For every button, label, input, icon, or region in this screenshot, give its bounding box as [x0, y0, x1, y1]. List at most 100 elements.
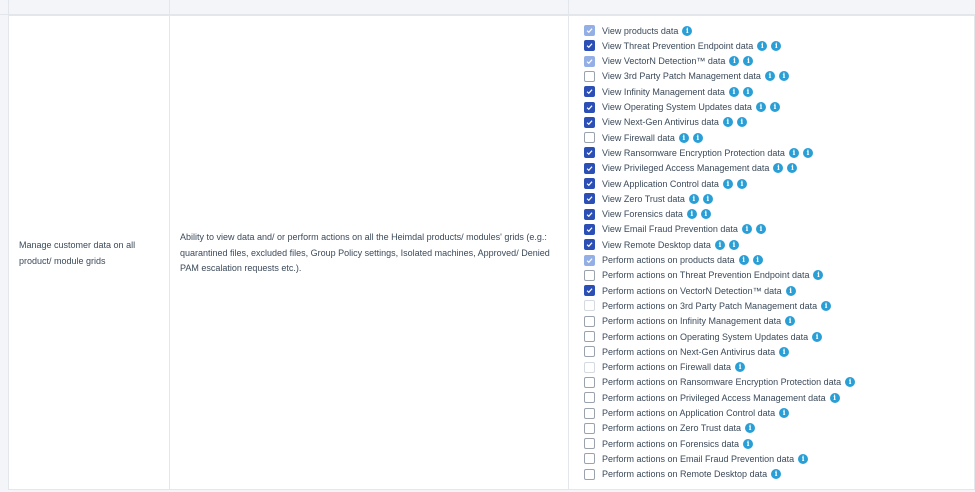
- info-icon[interactable]: i: [738, 255, 749, 265]
- check-icon: [586, 242, 593, 248]
- info-icon[interactable]: i: [686, 209, 697, 220]
- permission-checkbox[interactable]: [584, 101, 595, 113]
- permission-checkbox[interactable]: [584, 392, 595, 404]
- permission-checkbox[interactable]: [584, 346, 595, 358]
- permission-checkbox: [584, 361, 595, 373]
- info-icon[interactable]: i: [829, 392, 840, 403]
- permission-checkbox[interactable]: [584, 315, 595, 327]
- permission-label: Perform actions on Email Fraud Preventio…: [602, 453, 795, 464]
- info-icon[interactable]: i: [785, 285, 796, 296]
- permission-checkbox[interactable]: [584, 407, 595, 419]
- info-icon[interactable]: i: [743, 56, 754, 67]
- info-icon[interactable]: i: [678, 132, 689, 143]
- permission-item: View 3rd Party Patch Management data i i: [584, 70, 789, 83]
- permission-checkbox[interactable]: [584, 208, 595, 220]
- info-icon[interactable]: i: [773, 163, 784, 174]
- permission-checkbox: [584, 254, 595, 266]
- permission-label: View Email Fraud Prevention data: [602, 224, 738, 235]
- info-icon[interactable]: i: [813, 270, 824, 281]
- info-icon[interactable]: i: [764, 71, 775, 82]
- permission-label: Perform actions on Application Control d…: [602, 408, 776, 418]
- info-icon[interactable]: i: [728, 86, 739, 97]
- info-icon[interactable]: i: [688, 193, 699, 204]
- info-icon[interactable]: i: [821, 300, 832, 311]
- permission-label: Perform actions on Infinity Management d…: [602, 316, 782, 327]
- permission-checkbox[interactable]: [584, 193, 595, 205]
- info-icon[interactable]: i: [742, 86, 753, 97]
- permission-item: Perform actions on Remote Desktop data i: [584, 468, 782, 481]
- permission-item: View Application Control data i i: [584, 177, 747, 190]
- permission-checkbox[interactable]: [584, 223, 595, 235]
- permission-label: View Remote Desktop data: [602, 239, 711, 250]
- info-icon[interactable]: i: [755, 102, 766, 112]
- permission-checkbox[interactable]: [584, 285, 595, 297]
- permission-checkbox[interactable]: [584, 132, 595, 144]
- permission-checkbox[interactable]: [584, 178, 595, 189]
- info-icon[interactable]: i: [779, 346, 790, 357]
- info-icon[interactable]: i: [771, 40, 782, 51]
- permission-label: Perform actions on 3rd Party Patch Manag…: [602, 300, 818, 311]
- permission-checkbox[interactable]: [584, 116, 595, 128]
- info-icon[interactable]: i: [741, 224, 752, 235]
- info-icon[interactable]: i: [798, 453, 809, 464]
- info-icon[interactable]: i: [736, 178, 747, 189]
- permission-label: View Operating System Updates data: [602, 102, 752, 112]
- permission-checkbox[interactable]: [584, 239, 595, 251]
- info-icon[interactable]: i: [700, 209, 711, 220]
- info-icon[interactable]: i: [845, 377, 856, 388]
- info-icon[interactable]: i: [757, 40, 768, 51]
- permission-label: View Threat Prevention Endpoint data: [602, 40, 754, 51]
- permission-checkbox[interactable]: [584, 269, 595, 281]
- permission-item: View VectorN Detection™ data i i: [584, 55, 754, 68]
- info-icon[interactable]: i: [729, 56, 740, 67]
- permission-checkbox[interactable]: [584, 162, 595, 174]
- info-icon[interactable]: i: [771, 469, 782, 480]
- permission-checkbox[interactable]: [584, 376, 595, 388]
- info-icon[interactable]: i: [788, 147, 799, 158]
- info-icon[interactable]: i: [735, 362, 746, 373]
- permission-label: View Infinity Management data: [602, 86, 725, 97]
- info-icon[interactable]: i: [743, 438, 754, 449]
- permission-item: View Infinity Management data i i: [584, 85, 753, 98]
- info-icon[interactable]: i: [778, 71, 789, 82]
- permission-checkbox[interactable]: [584, 422, 595, 434]
- permission-label: Perform actions on Zero Trust data: [602, 423, 742, 434]
- info-icon[interactable]: i: [779, 408, 790, 418]
- info-icon[interactable]: i: [787, 163, 798, 174]
- info-icon[interactable]: i: [682, 25, 693, 36]
- info-icon[interactable]: i: [802, 147, 813, 158]
- info-icon[interactable]: i: [736, 117, 747, 128]
- permission-checkbox[interactable]: [584, 453, 595, 465]
- permission-item: View Firewall data i i: [584, 131, 703, 144]
- permission-checkbox[interactable]: [584, 468, 595, 480]
- permission-label: Perform actions on products data: [602, 255, 735, 265]
- info-icon[interactable]: i: [755, 224, 766, 235]
- permission-item: Perform actions on Threat Prevention End…: [584, 269, 824, 282]
- check-icon: [586, 43, 593, 49]
- info-icon[interactable]: i: [722, 178, 733, 189]
- permission-label: View Firewall data: [602, 132, 675, 143]
- info-icon[interactable]: i: [702, 193, 713, 204]
- info-icon[interactable]: i: [752, 255, 763, 265]
- permission-checkbox[interactable]: [584, 86, 595, 98]
- info-icon[interactable]: i: [728, 239, 739, 250]
- info-icon[interactable]: i: [812, 331, 823, 342]
- info-icon[interactable]: i: [785, 316, 796, 327]
- permission-label: View products data: [602, 25, 679, 36]
- permission-item: Perform actions on Application Control d…: [584, 407, 790, 420]
- permission-checkbox[interactable]: [584, 147, 595, 159]
- info-icon[interactable]: i: [692, 132, 703, 143]
- check-icon: [586, 196, 593, 202]
- info-icon[interactable]: i: [769, 102, 780, 112]
- check-icon: [586, 227, 593, 233]
- permission-checkbox[interactable]: [584, 40, 595, 52]
- permission-checkbox[interactable]: [584, 70, 595, 82]
- info-icon[interactable]: i: [745, 423, 756, 434]
- permission-checkbox[interactable]: [584, 438, 595, 450]
- info-icon[interactable]: i: [722, 117, 733, 128]
- permission-item: Perform actions on Zero Trust data i: [584, 422, 756, 435]
- permission-label: Perform actions on Ransomware Encryption…: [602, 377, 842, 388]
- check-icon: [586, 58, 593, 64]
- info-icon[interactable]: i: [714, 239, 725, 250]
- permission-checkbox[interactable]: [584, 331, 595, 342]
